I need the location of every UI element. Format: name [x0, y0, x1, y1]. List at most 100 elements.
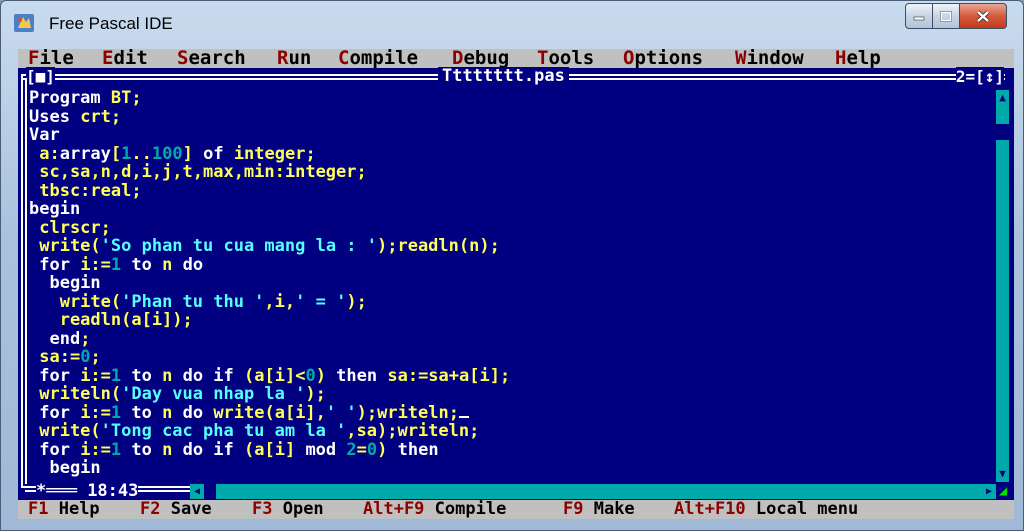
- code-token: i:=: [80, 402, 111, 423]
- minimize-button[interactable]: [905, 3, 933, 29]
- status-label: Open: [272, 499, 324, 519]
- code-token: ]: [182, 143, 204, 164]
- close-button[interactable]: [960, 3, 1007, 29]
- code-line: begin: [29, 459, 999, 478]
- status-alt-f10[interactable]: Alt+F10 Local menu: [674, 500, 858, 519]
- code-token: sc,sa,n,d,i,j,t,max,min:integer;: [29, 162, 367, 182]
- menu-label: ptions: [634, 49, 704, 69]
- close-window-box[interactable]: [■]: [26, 67, 55, 86]
- menu-compile[interactable]: Compile: [338, 49, 418, 68]
- menu-help[interactable]: Help: [835, 49, 881, 68]
- scroll-up-arrow-icon[interactable]: ▲: [996, 90, 1009, 106]
- status-f3[interactable]: F3 Open: [252, 500, 324, 519]
- code-token: 1: [110, 439, 122, 460]
- menu-file[interactable]: File: [28, 49, 74, 68]
- code-token: do: [182, 402, 214, 423]
- scroll-down-arrow-icon[interactable]: ▼: [996, 466, 1009, 482]
- code-token: );: [346, 291, 367, 312]
- minimize-icon: [913, 16, 925, 21]
- menu-hotkey: S: [177, 49, 189, 69]
- code-token: Program: [29, 88, 111, 108]
- code-token: 'Tong cac pha tu am la ': [100, 421, 347, 441]
- code-token: n: [162, 254, 183, 275]
- code-token: );writeln;: [356, 402, 459, 423]
- code-token: ,sa);writeln;: [346, 421, 480, 441]
- window-number-zoom[interactable]: 2=[↕]: [955, 67, 1004, 86]
- code-token: 'Day vua nhap la ': [121, 384, 306, 404]
- window-number-label: 2=[↕]: [955, 67, 1004, 86]
- code-token: of: [203, 143, 234, 164]
- code-token: i:=: [80, 365, 111, 386]
- code-token: do if: [182, 365, 245, 386]
- status-f1[interactable]: F1 Help: [28, 500, 100, 519]
- code-token: ): [315, 365, 337, 386]
- status-key: Alt+F10: [674, 499, 746, 519]
- scroll-right-arrow-icon[interactable]: ▶: [982, 484, 996, 499]
- code-token: (a[i]<: [244, 365, 306, 386]
- editor-frame-bottom: *═══ 18:43 ◀ ▶ ◢: [18, 482, 1014, 500]
- code-token: begin: [29, 273, 101, 293]
- code-token: ;: [90, 347, 101, 367]
- menu-label: ompile: [349, 49, 419, 69]
- code-token: n: [162, 402, 183, 423]
- status-bar: F1 Help F2 Save F3 Open Alt+F9 Compile F9 Ma…: [18, 500, 1014, 519]
- code-token: a:: [29, 143, 60, 164]
- code-token: begin: [29, 199, 81, 219]
- title-bar[interactable]: Free Pascal IDE: [1, 1, 1023, 45]
- code-token: array: [59, 143, 111, 164]
- code-line: write('Phan tu thu ',i,' = ');: [29, 291, 999, 312]
- code-token: 0: [366, 439, 378, 460]
- code-line: for i:=1 to n do if (a[i]<0) then sa:=sa…: [29, 365, 999, 386]
- menu-options[interactable]: Options: [623, 49, 703, 68]
- code-token: crt;: [80, 106, 122, 127]
- code-token: begin: [29, 458, 101, 478]
- editor-window[interactable]: [■] Tttttttt.pas 2=[↕] Program BT; Uses c…: [18, 67, 1014, 500]
- code-token: mod: [305, 439, 347, 460]
- code-token: sa:=: [29, 347, 81, 367]
- code-token: 'Phan tu thu ': [121, 291, 265, 312]
- menu-hotkey: R: [277, 49, 289, 69]
- code-line: writeln('Day vua nhap la ');: [29, 385, 999, 404]
- status-label: Compile: [424, 499, 507, 519]
- horizontal-scroll-thumb[interactable]: [204, 484, 216, 499]
- code-token: n: [162, 365, 183, 386]
- code-area[interactable]: Program BT; Uses crt; Var a:array[1..100] …: [29, 89, 999, 478]
- cursor-position-value: 18:43: [87, 481, 139, 501]
- status-alt-f9[interactable]: Alt+F9 Compile: [363, 500, 506, 519]
- vertical-scrollbar[interactable]: ▲ ▼: [996, 90, 1009, 482]
- menu-run[interactable]: Run: [277, 49, 311, 68]
- code-token: 1: [110, 402, 122, 423]
- status-f2[interactable]: F2 Save: [140, 500, 212, 519]
- status-f9[interactable]: F9 Make: [563, 500, 635, 519]
- code-line: Uses crt;: [29, 106, 999, 127]
- code-token: 'So phan tu cua mang la : ': [100, 236, 377, 256]
- code-token: then: [397, 439, 439, 460]
- code-line: tbsc:real;: [29, 181, 999, 201]
- code-token: to: [121, 439, 163, 460]
- code-token: (a[i]: [244, 439, 306, 460]
- resize-corner-icon[interactable]: ◢: [996, 482, 1010, 500]
- code-line: sc,sa,n,d,i,j,t,max,min:integer;: [29, 163, 999, 182]
- menu-label: earch: [188, 49, 246, 69]
- editor-file-title: Tttttttt.pas: [438, 67, 569, 86]
- menu-search[interactable]: Search: [177, 49, 246, 68]
- code-line: for i:=1 to n do if (a[i] mod 2=0) then: [29, 439, 999, 460]
- scroll-left-arrow-icon[interactable]: ◀: [190, 484, 204, 499]
- menu-window[interactable]: Window: [735, 49, 804, 68]
- code-token: to: [121, 254, 163, 275]
- code-token: to: [121, 365, 163, 386]
- menu-hotkey: E: [102, 49, 114, 69]
- menu-edit[interactable]: Edit: [102, 49, 148, 68]
- menu-label: un: [288, 49, 312, 69]
- maximize-button[interactable]: [933, 3, 960, 29]
- horizontal-scrollbar[interactable]: ◀ ▶: [190, 484, 996, 499]
- code-line: write('Tong cac pha tu am la ',sa);write…: [29, 422, 999, 441]
- code-token: [: [110, 143, 122, 164]
- menu-label: elp: [846, 49, 881, 69]
- status-label: Help: [48, 499, 100, 519]
- vertical-scroll-thumb[interactable]: [996, 124, 1009, 140]
- code-token: ,i,: [264, 291, 296, 312]
- code-token: write(a[i],: [213, 402, 326, 423]
- code-line: readln(a[i]);: [29, 311, 999, 330]
- app-window: Free Pascal IDE File Edit Search Run Compile…: [0, 0, 1024, 531]
